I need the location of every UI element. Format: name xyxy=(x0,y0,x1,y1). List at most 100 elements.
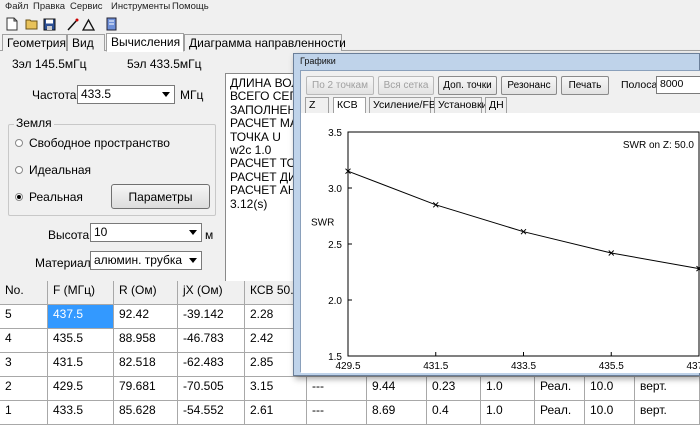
y-tick-label: 2.0 xyxy=(328,296,342,307)
frequency-unit: МГц xyxy=(180,88,204,102)
table-header-cell: jX (Ом) xyxy=(178,281,245,305)
radio-free-space[interactable]: Свободное пространство xyxy=(15,136,170,150)
tab-gain-fb[interactable]: Усиление/FB xyxy=(369,97,436,113)
menu-bar: Файл Правка Сервис Инструменты Помощь xyxy=(0,0,700,14)
frequency-label: Частота xyxy=(32,88,77,102)
x-tick-label: 431.5 xyxy=(423,361,448,372)
table-cell[interactable]: -70.505 xyxy=(178,377,245,401)
height-select[interactable]: 10 xyxy=(90,223,202,242)
tab-radiation-pattern[interactable]: Диаграмма направленности xyxy=(184,34,346,51)
swr-chart-area: 1.52.02.53.03.5429.5431.5433.5435.5437.5… xyxy=(301,113,700,373)
table-cell[interactable]: 3.15 xyxy=(245,377,307,401)
extra-points-button[interactable]: Доп. точки xyxy=(438,76,497,95)
table-cell[interactable]: 85.628 xyxy=(114,401,178,425)
radio-dot xyxy=(15,139,23,147)
menu-edit[interactable]: Правка xyxy=(33,1,65,12)
radio-label: Реальная xyxy=(29,190,83,204)
table-cell[interactable]: --- xyxy=(307,401,367,425)
y-tick-label: 3.0 xyxy=(328,184,342,195)
table-cell[interactable]: -54.552 xyxy=(178,401,245,425)
tab-swr[interactable]: КСВ xyxy=(333,97,366,113)
radio-ideal[interactable]: Идеальная xyxy=(15,163,91,177)
menu-service[interactable]: Сервис xyxy=(70,1,103,12)
log-line: 3.12(s) xyxy=(230,196,268,211)
log-line: РАСЧЕТ ДИ xyxy=(230,169,297,184)
tab-calculations[interactable]: Вычисления xyxy=(106,33,184,52)
table-cell[interactable]: 1.0 xyxy=(481,401,535,425)
table-cell[interactable]: 437.5 xyxy=(48,305,114,329)
table-row-number[interactable]: 5 xyxy=(0,305,48,329)
table-cell[interactable]: 88.958 xyxy=(114,329,178,353)
table-cell[interactable]: Реал. xyxy=(535,377,585,401)
material-select[interactable]: алюмин. трубка xyxy=(90,251,202,270)
frequency-select[interactable]: 433.5 xyxy=(77,85,175,104)
table-row-number[interactable]: 2 xyxy=(0,377,48,401)
table-row-number[interactable]: 1 xyxy=(0,401,48,425)
chevron-down-icon xyxy=(186,225,200,240)
band-input[interactable]: 8000 xyxy=(656,76,700,94)
triangle-icon[interactable] xyxy=(80,16,96,32)
table-cell[interactable]: 8.69 xyxy=(367,401,427,425)
table-cell[interactable]: 429.5 xyxy=(48,377,114,401)
chevron-down-icon xyxy=(159,87,173,102)
full-grid-button[interactable]: Вся сетка xyxy=(378,76,434,95)
tab-z[interactable]: Z xyxy=(305,97,329,113)
frequency-value: 433.5 xyxy=(81,87,112,101)
table-cell[interactable]: Реал. xyxy=(535,401,585,425)
tab-pattern[interactable]: ДН xyxy=(485,97,507,113)
ground-title: Земля xyxy=(14,116,54,130)
graphs-window: Графики По 2 точкам Вся сетка Доп. точки… xyxy=(293,53,700,376)
y-axis-label: SWR xyxy=(311,218,334,229)
table-cell[interactable]: -62.483 xyxy=(178,353,245,377)
y-tick-label: 3.5 xyxy=(328,128,342,139)
table-cell[interactable]: 431.5 xyxy=(48,353,114,377)
menu-file[interactable]: Файл xyxy=(5,1,28,12)
table-cell[interactable]: 435.5 xyxy=(48,329,114,353)
open-folder-icon[interactable] xyxy=(24,16,40,32)
table-cell[interactable]: 0.4 xyxy=(427,401,481,425)
line-tool-icon[interactable] xyxy=(64,16,80,32)
menu-help[interactable]: Помощь xyxy=(172,1,209,12)
tab-view[interactable]: Вид xyxy=(67,34,105,51)
save-icon[interactable] xyxy=(41,16,57,32)
table-cell[interactable]: 10.0 xyxy=(585,401,635,425)
table-cell[interactable]: 2.61 xyxy=(245,401,307,425)
table-cell[interactable]: 9.44 xyxy=(367,377,427,401)
table-cell[interactable]: 82.518 xyxy=(114,353,178,377)
table-cell[interactable]: 10.0 xyxy=(585,377,635,401)
parameters-button[interactable]: Параметры xyxy=(111,184,210,209)
tab-settings[interactable]: Установки xyxy=(434,97,487,113)
height-label: Высота xyxy=(48,228,90,242)
main-tabs: Геометрия Вид Вычисления Диаграмма напра… xyxy=(0,33,700,52)
table-cell[interactable]: 0.23 xyxy=(427,377,481,401)
table-cell[interactable]: верт. xyxy=(635,377,700,401)
table-cell[interactable]: -39.142 xyxy=(178,305,245,329)
log-line: РАСЧЕТ АНТ xyxy=(230,183,304,198)
x-tick-label: 433.5 xyxy=(511,361,536,372)
radio-real[interactable]: Реальная xyxy=(15,190,83,204)
table-header-cell: No. xyxy=(0,281,48,305)
table-cell[interactable]: 79.681 xyxy=(114,377,178,401)
tab-geometry[interactable]: Геометрия xyxy=(2,34,67,51)
table-cell[interactable]: верт. xyxy=(635,401,700,425)
table-cell[interactable]: 433.5 xyxy=(48,401,114,425)
two-points-button[interactable]: По 2 точкам xyxy=(306,76,374,95)
material-value: алюмин. трубка xyxy=(94,253,183,267)
table-cell[interactable]: --- xyxy=(307,377,367,401)
toolbar xyxy=(0,14,700,34)
table-cell[interactable]: 92.42 xyxy=(114,305,178,329)
band-label: Полоса xyxy=(621,79,658,91)
table-row-number[interactable]: 3 xyxy=(0,353,48,377)
table-cell[interactable]: -46.783 xyxy=(178,329,245,353)
new-file-icon[interactable] xyxy=(4,16,20,32)
menu-tools[interactable]: Инструменты xyxy=(111,1,170,12)
info-3el: 3эл 145.5мГц xyxy=(12,57,87,71)
log-line: ВСЕГО СЕГ xyxy=(230,89,296,104)
table-row-number[interactable]: 4 xyxy=(0,329,48,353)
table-cell[interactable]: 1.0 xyxy=(481,377,535,401)
notebook-icon[interactable] xyxy=(103,16,119,32)
table-header-cell: F (МГц) xyxy=(48,281,114,305)
print-button[interactable]: Печать xyxy=(561,76,609,95)
resonance-button[interactable]: Резонанс xyxy=(501,76,557,95)
radio-dot-selected xyxy=(15,193,23,201)
